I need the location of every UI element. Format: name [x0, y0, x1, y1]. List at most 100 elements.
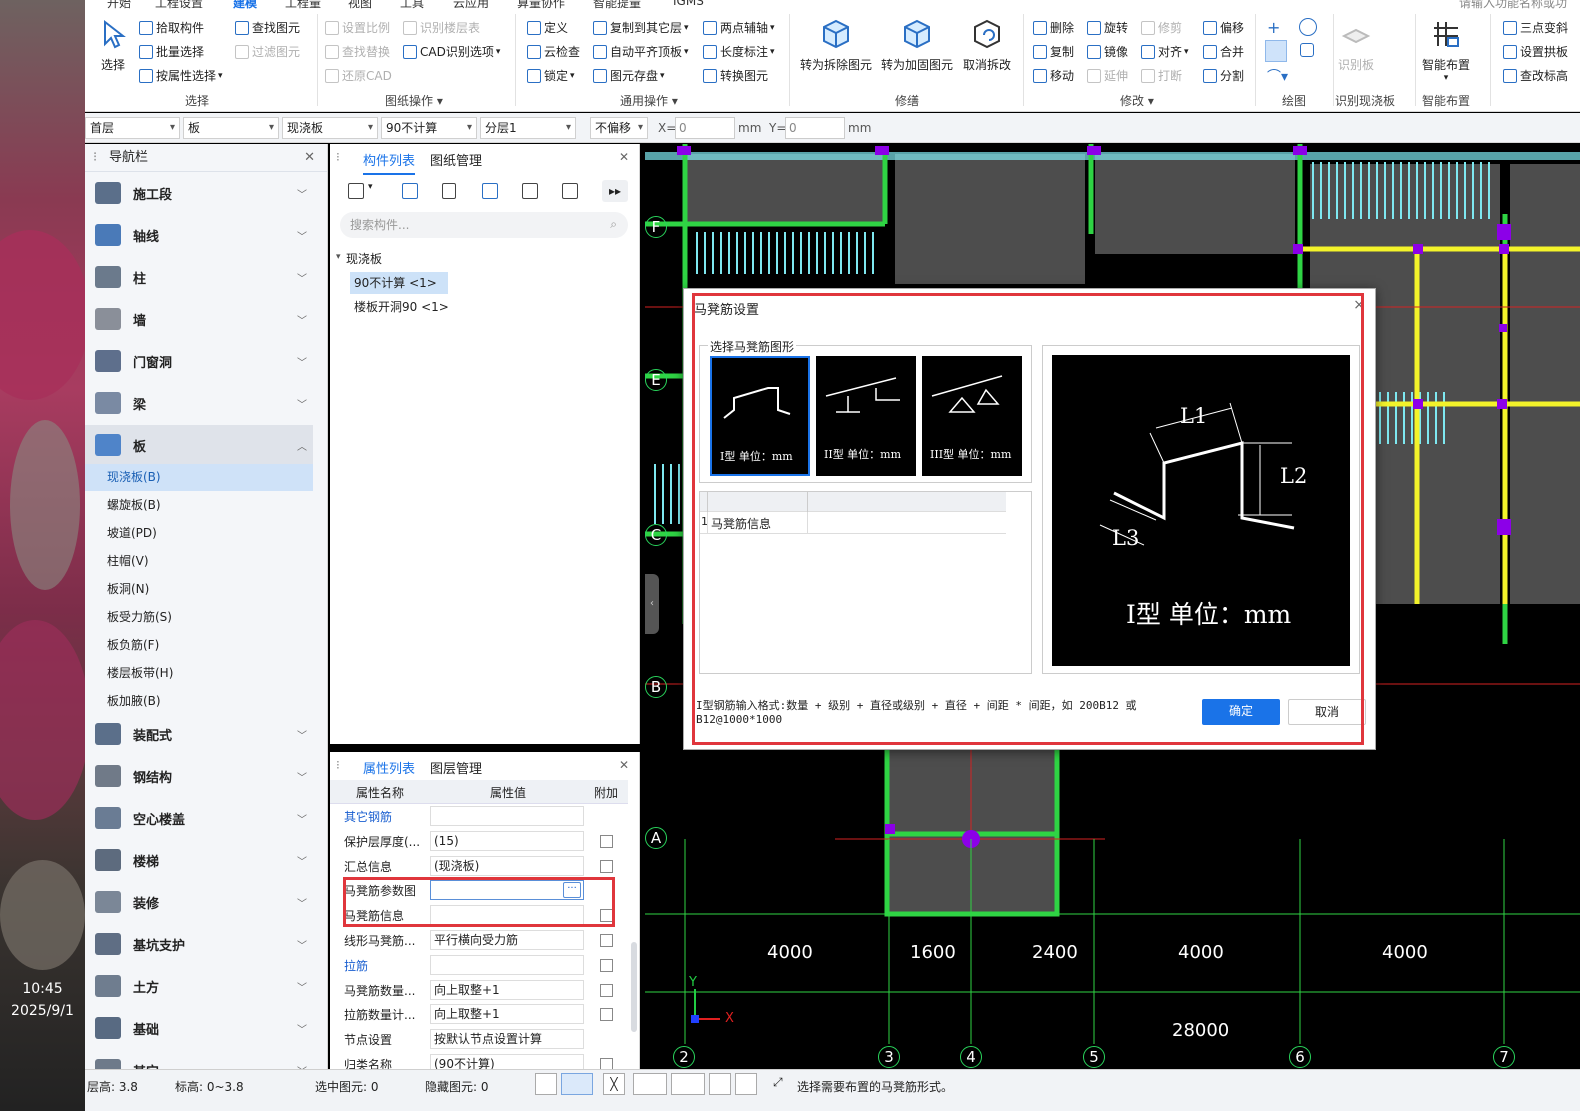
extra-checkbox[interactable] [600, 983, 613, 997]
extra-checkbox[interactable] [600, 1008, 613, 1022]
close-icon[interactable]: ✕ [619, 758, 629, 772]
layer-copy-icon[interactable] [482, 183, 498, 199]
tree-item[interactable]: 楼板开洞90 <1> [350, 296, 449, 318]
tab-layer-manage[interactable]: 图层管理 [430, 758, 482, 777]
nav-item[interactable]: 装配式 ﹀ [85, 714, 313, 754]
chevron-down-icon[interactable]: ▾ [368, 182, 373, 192]
rotate-point-icon[interactable] [1299, 18, 1317, 36]
scrollbar[interactable] [631, 942, 637, 1032]
nav-item[interactable]: 施工段 ﹀ [85, 173, 313, 213]
nav-subitem[interactable]: 板受力筋(S) [85, 604, 313, 631]
extend-button[interactable]: 延伸 [1087, 67, 1128, 84]
layer-select[interactable]: 分层1 [480, 117, 576, 139]
define-button[interactable]: 定义 [527, 19, 568, 36]
pin-icon[interactable]: ⁝ [336, 758, 340, 772]
nav-item[interactable]: 基坑支护 ﹀ [85, 924, 313, 964]
select-button[interactable]: 选择 [97, 18, 129, 73]
tab-start[interactable]: 开始 [107, 0, 131, 11]
delete-button[interactable]: 删除 [1033, 19, 1074, 36]
property-row[interactable]: 节点设置 按默认节点设置计算 [330, 1027, 620, 1052]
offset-button[interactable]: 偏移 [1203, 19, 1244, 36]
angle-icon[interactable] [633, 1073, 667, 1095]
property-row[interactable]: 汇总信息 (现浇板) [330, 854, 620, 879]
nav-subitem[interactable]: 螺旋板(B) [85, 492, 313, 519]
property-row[interactable]: 保护层厚度(... (15) [330, 829, 620, 854]
property-value[interactable]: 按默认节点设置计算 [430, 1029, 584, 1050]
tab-collab[interactable]: 算量协作 [517, 0, 565, 11]
filter-icon[interactable] [522, 183, 538, 199]
close-icon[interactable]: ✕ [304, 144, 315, 172]
tab-project-settings[interactable]: 工程设置 [155, 0, 203, 11]
subtype-select[interactable]: 现浇板 [282, 117, 378, 139]
to-remove-button[interactable]: 转为拆除图元 [800, 18, 872, 73]
nav-subitem[interactable]: 楼层板带(H) [85, 660, 313, 687]
property-row[interactable]: 其它钢筋 [330, 804, 620, 829]
nav-item[interactable]: 装修 ﹀ [85, 882, 313, 922]
curve-icon[interactable] [735, 1073, 757, 1095]
recognize-slab-button[interactable]: 识别板 [1338, 18, 1374, 73]
nav-item[interactable]: 梁 ﹀ [85, 383, 313, 423]
nav-subitem[interactable]: 坡道(PD) [85, 520, 313, 547]
property-value[interactable] [430, 954, 584, 975]
tree-toggle-icon[interactable]: ▾ [336, 252, 341, 262]
trash-icon[interactable] [442, 183, 456, 199]
property-value[interactable]: (15) [430, 830, 584, 851]
property-value[interactable]: 向上取整+1 [430, 1004, 584, 1025]
merge-button[interactable]: 合并 [1203, 43, 1244, 60]
more-icon[interactable]: ▸▸ [602, 180, 628, 202]
property-value[interactable] [430, 806, 584, 826]
type-select[interactable]: 板 [183, 117, 279, 139]
line-icon[interactable] [1265, 40, 1287, 62]
point-icon[interactable]: + [1267, 18, 1287, 38]
extra-checkbox[interactable] [600, 834, 613, 848]
pick-component-button[interactable]: 拾取构件 [139, 19, 204, 36]
close-icon[interactable]: ✕ [619, 150, 629, 164]
rotate-button[interactable]: 旋转 [1087, 19, 1128, 36]
display-icon[interactable] [709, 1073, 731, 1095]
property-row[interactable]: 线形马凳筋... 平行横向受力筋 [330, 928, 620, 953]
tab-drawing-manage[interactable]: 图纸管理 [430, 150, 482, 169]
copy-button[interactable]: 复制 [1033, 43, 1074, 60]
move-button[interactable]: 移动 [1033, 67, 1074, 84]
length-dim-button[interactable]: 长度标注 ▾ [703, 43, 775, 60]
arc-icon[interactable]: ⌒▾ [1267, 66, 1288, 86]
filter-element-button[interactable]: 过滤图元 [235, 43, 300, 60]
nav-item[interactable]: 门窗洞 ﹀ [85, 341, 313, 381]
nav-subitem[interactable]: 板洞(N) [85, 576, 313, 603]
copy-icon[interactable] [402, 183, 418, 199]
copy-to-other-floor-button[interactable]: 复制到其它层 ▾ [593, 19, 689, 36]
nav-item[interactable]: 钢结构 ﹀ [85, 756, 313, 796]
property-value[interactable]: 平行横向受力筋 [430, 930, 584, 950]
search-hint[interactable]: 请输入功能名称或功 [1459, 0, 1567, 11]
nav-item[interactable]: 柱 ﹀ [85, 257, 313, 297]
break-button[interactable]: 打断 [1141, 67, 1182, 84]
tree-root[interactable]: 现浇板 [346, 250, 382, 267]
tab-view[interactable]: 视图 [348, 0, 372, 11]
trim-button[interactable]: 修剪 [1141, 19, 1182, 36]
property-row[interactable]: 拉筋数量计... 向上取整+1 [330, 1002, 620, 1027]
nav-item[interactable]: 轴线 ﹀ [85, 215, 313, 255]
set-scale-button[interactable]: 设置比例 [325, 19, 390, 36]
ortho-icon[interactable] [535, 1073, 557, 1095]
find-replace-button[interactable]: 查找替换 [325, 43, 390, 60]
extra-checkbox[interactable] [600, 859, 613, 873]
property-row[interactable]: 马凳筋数量... 向上取整+1 [330, 978, 620, 1003]
pin-icon[interactable]: ⁝ [93, 144, 97, 172]
tab-component-list[interactable]: 构件列表 [363, 150, 416, 175]
dim-snap-icon[interactable] [671, 1073, 705, 1095]
tab-cloud[interactable]: 云应用 [453, 0, 489, 11]
restore-cad-button[interactable]: 还原CAD [325, 67, 392, 84]
x-input[interactable]: 0 [675, 117, 735, 139]
snap-box-icon[interactable] [561, 1073, 593, 1095]
offset-select[interactable]: 不偏移 [590, 117, 648, 139]
nav-subitem[interactable]: 板负筋(F) [85, 632, 313, 659]
set-arch-button[interactable]: 设置拱板 [1503, 43, 1568, 60]
two-point-axis-button[interactable]: 两点辅轴 ▾ [703, 19, 775, 36]
tab-modeling[interactable]: 建模 [233, 0, 257, 11]
tree-item-selected[interactable]: 90不计算 <1> [350, 272, 448, 294]
nav-subitem[interactable]: 柱帽(V) [85, 548, 313, 575]
tab-tools[interactable]: 工具 [400, 0, 424, 11]
rect-icon[interactable] [1300, 43, 1314, 57]
component-select[interactable]: 90不计算 [381, 117, 477, 139]
collapse-handle[interactable]: ‹ [645, 574, 659, 634]
